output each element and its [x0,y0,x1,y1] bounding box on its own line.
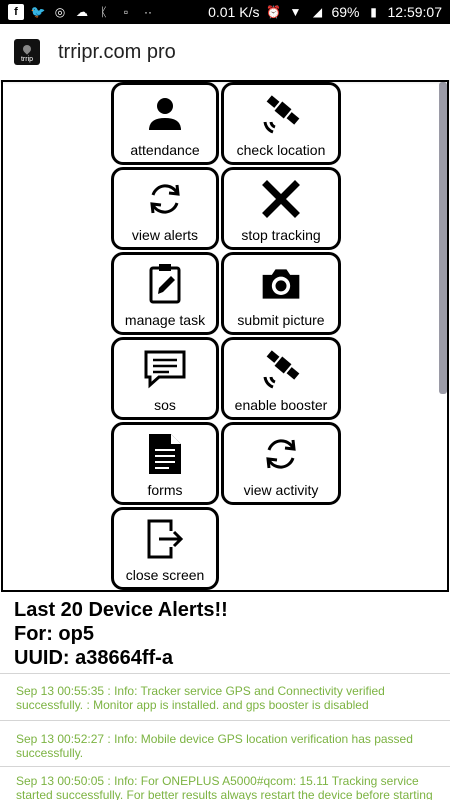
alert-item: Sep 13 00:52:27 : Info: Mobile device GP… [16,732,436,760]
wifi-icon: ▼ [289,5,302,19]
message-icon [143,347,187,391]
panel-scrollbar[interactable] [439,82,447,394]
sos-label: sos [154,397,176,413]
sos-button[interactable]: sos [111,337,219,420]
clock: 12:59:07 [387,4,443,20]
app-logo-text: trrip [20,56,34,63]
alert-text: successfully. : Monitor app is installed… [16,698,369,712]
notification-icons: f 🐦 ◎ ☁ ᛕ ▫ ·· [8,4,156,20]
close-x-icon [259,177,303,221]
enable-booster-label: enable booster [234,397,328,413]
refresh-icon [259,432,303,476]
instagram-icon: ◎ [54,5,66,19]
enable-booster-button[interactable]: enable booster [221,337,341,420]
alert-text: successfully. [16,746,84,760]
satellite-icon [259,347,303,391]
submit-picture-button[interactable]: submit picture [221,252,341,335]
button-panel: attendance check location view alerts st… [1,80,449,592]
exit-icon [143,517,187,561]
alerts-heading: Last 20 Device Alerts!! For: op5 UUID: a… [14,598,228,670]
divider [0,720,450,721]
facebook-icon: f [8,4,24,20]
close-screen-button[interactable]: close screen [111,507,219,590]
check-location-label: check location [236,142,326,158]
network-speed: 0.01 K/s [208,4,260,20]
alert-item: Sep 13 00:50:05 : Info: For ONEPLUS A500… [16,774,436,800]
twitter-icon: 🐦 [30,5,46,19]
clipboard-edit-icon [143,262,187,306]
alerts-device: For: op5 [14,623,94,645]
attendance-label: attendance [130,142,200,158]
check-location-button[interactable]: check location [221,82,341,165]
view-activity-label: view activity [243,482,319,498]
alarm-icon: ⏰ [265,5,281,19]
view-alerts-label: view alerts [131,227,199,243]
person-icon [143,92,187,136]
alert-text: started successfully. For better results… [16,788,433,800]
satellite-icon [259,92,303,136]
stop-tracking-label: stop tracking [241,227,321,243]
forms-button[interactable]: forms [111,422,219,505]
alert-text: Sep 13 00:50:05 : Info: For ONEPLUS A500… [16,774,419,788]
view-alerts-button[interactable]: view alerts [111,167,219,250]
alert-item: Sep 13 00:55:35 : Info: Tracker service … [16,684,436,712]
manage-task-button[interactable]: manage task [111,252,219,335]
alerts-uuid: UUID: a38664ff-a [14,647,173,669]
submit-picture-label: submit picture [237,312,325,328]
attendance-button[interactable]: attendance [111,82,219,165]
more-notifications-icon: ·· [144,5,152,19]
manage-task-label: manage task [124,312,206,328]
status-bar: f 🐦 ◎ ☁ ᛕ ▫ ·· 0.01 K/s ⏰ ▼ ◢ 69% ▮ 12:5… [0,0,450,24]
battery-icon: ▮ [370,5,377,19]
close-screen-label: close screen [125,567,205,583]
app-notification-icon: ᛕ [100,5,108,19]
image-icon: ▫ [123,5,129,19]
divider [0,766,450,767]
messenger-icon: ☁ [76,5,88,19]
stop-tracking-button[interactable]: stop tracking [221,167,341,250]
view-activity-button[interactable]: view activity [221,422,341,505]
divider [0,673,450,674]
app-title: trripr.com pro [58,40,176,63]
alerts-title: Last 20 Device Alerts!! [14,599,228,621]
alert-text: Sep 13 00:52:27 : Info: Mobile device GP… [16,732,413,746]
forms-label: forms [147,482,183,498]
alert-text: Sep 13 00:55:35 : Info: Tracker service … [16,684,385,698]
signal-icon: ◢ [312,5,323,19]
app-logo-icon: trrip [14,39,40,65]
app-bar: trrip trripr.com pro [0,24,450,80]
document-icon [143,432,187,476]
battery-level: 69% [331,4,360,20]
camera-icon [259,262,303,306]
refresh-icon [143,177,187,221]
